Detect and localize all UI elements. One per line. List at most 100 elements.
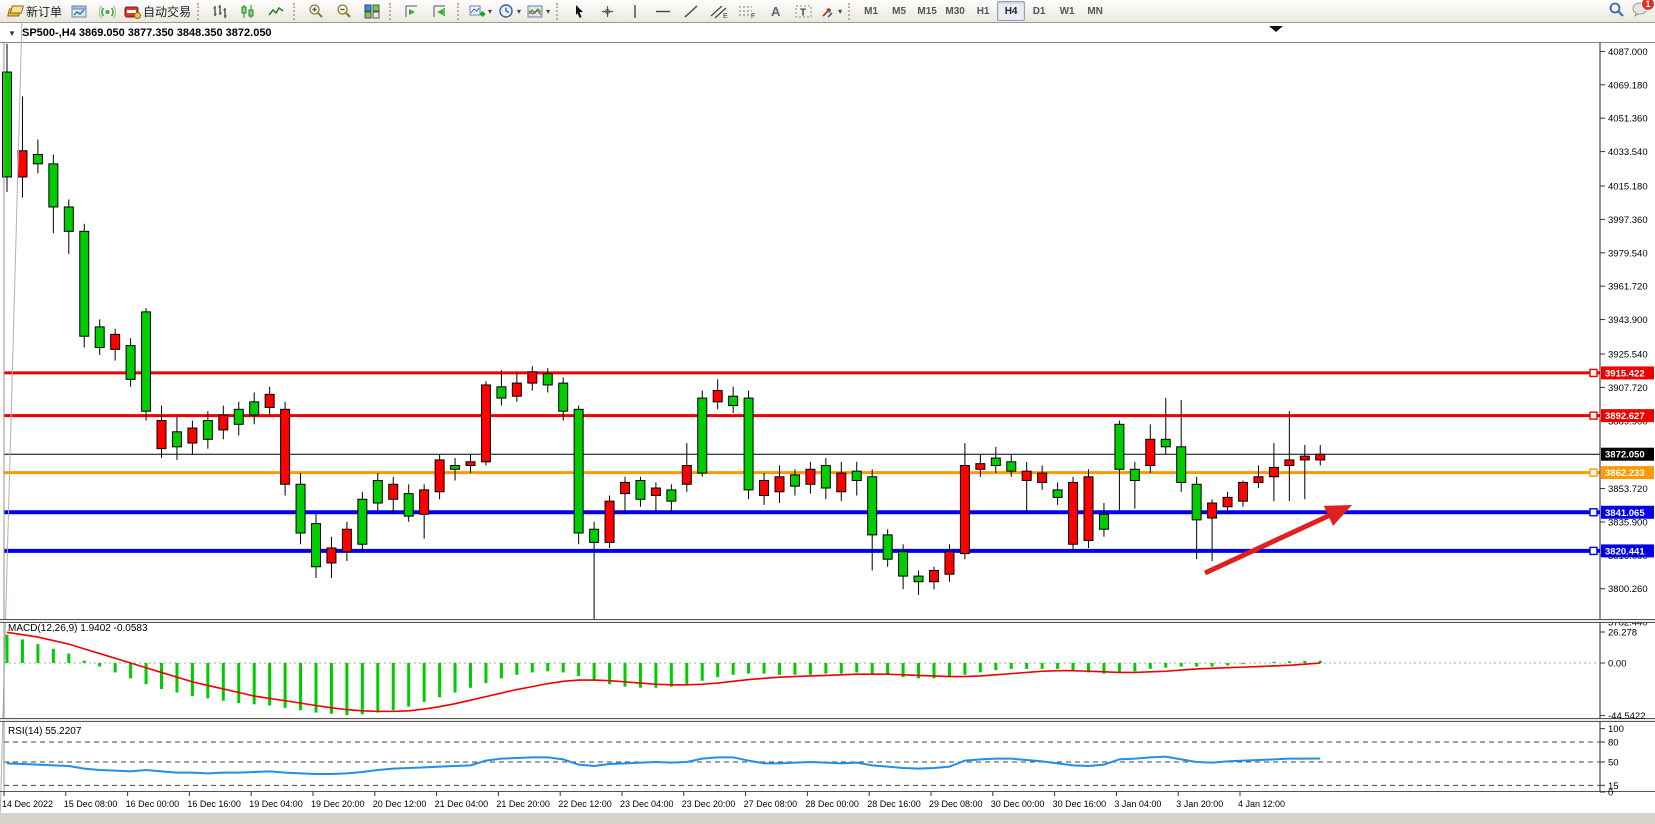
period-button[interactable]: ▾ — [495, 0, 524, 22]
tile-windows-button[interactable] — [358, 0, 386, 22]
dropdown-arrow-icon[interactable]: ▾ — [546, 7, 550, 16]
candle-body — [358, 499, 367, 544]
candlestick-chart-button[interactable] — [234, 0, 262, 22]
timeframe-button-M15[interactable]: M15 — [913, 1, 941, 21]
header-collapse-icon[interactable]: ▼ — [8, 29, 16, 38]
price-label: 3872.050 — [1605, 450, 1645, 461]
equidistant-channel-button[interactable]: E — [705, 0, 733, 22]
line-anchor-marker[interactable] — [1590, 412, 1597, 419]
line-anchor-marker[interactable] — [1590, 469, 1597, 476]
profile-prev-button[interactable] — [426, 0, 454, 22]
signals-button[interactable] — [93, 0, 121, 22]
timeframe-button-D1[interactable]: D1 — [1025, 1, 1053, 21]
charts-window-button[interactable] — [65, 0, 93, 22]
candle-body — [930, 570, 939, 581]
vertical-line-button[interactable] — [621, 0, 649, 22]
candle-body — [281, 409, 290, 484]
timeframe-button-H1[interactable]: H1 — [969, 1, 997, 21]
crosshair-button[interactable] — [593, 0, 621, 22]
timeframe-button-MN[interactable]: MN — [1081, 1, 1109, 21]
time-tick-label: 14 Dec 2022 — [2, 799, 53, 809]
vertical-line-icon — [629, 4, 641, 19]
candle-body — [821, 466, 830, 488]
price-tick-label: 4015.180 — [1608, 182, 1648, 193]
line-anchor-marker[interactable] — [1590, 509, 1597, 516]
dropdown-arrow-icon[interactable]: ▾ — [838, 7, 842, 16]
toolbar-separator — [197, 3, 202, 20]
new-order-button[interactable]: 新订单 — [3, 0, 65, 22]
dropdown-arrow-icon[interactable]: ▾ — [517, 7, 521, 16]
rsi-axis-label: 80 — [1608, 737, 1619, 748]
line-chart-button[interactable] — [262, 0, 290, 22]
timeframe-button-W1[interactable]: W1 — [1053, 1, 1081, 21]
candle-body — [991, 458, 1000, 465]
candle-body — [1161, 439, 1170, 446]
price-label: 3820.441 — [1605, 546, 1645, 557]
candle-body — [590, 529, 599, 542]
crosshair-icon — [600, 4, 615, 19]
arrows-button[interactable]: ▾ — [817, 0, 845, 22]
auto-trading-icon — [124, 4, 141, 19]
auto-trading-label: 自动交易 — [143, 3, 191, 20]
candle-body — [852, 471, 861, 480]
candle-body — [574, 409, 583, 533]
candle-body — [435, 460, 444, 492]
tf-m15-label: M15 — [917, 6, 936, 17]
horizontal-line-button[interactable] — [649, 0, 677, 22]
text-label-button[interactable]: T — [789, 0, 817, 22]
candle-body — [49, 164, 58, 207]
fibonacci-button[interactable]: F — [733, 0, 761, 22]
tf-m30-label: M30 — [945, 6, 964, 17]
timeframe-button-M5[interactable]: M5 — [885, 1, 913, 21]
trend-line-icon — [683, 4, 699, 19]
search-button[interactable] — [1608, 1, 1625, 23]
template-icon — [527, 4, 543, 19]
price-tick-label: 3835.900 — [1608, 517, 1648, 528]
timeframe-button-M1[interactable]: M1 — [857, 1, 885, 21]
text-button[interactable]: A — [761, 0, 789, 22]
candle-body — [234, 409, 243, 424]
notifications-button[interactable]: 1 — [1631, 1, 1649, 22]
add-indicator-button[interactable]: ▾ — [466, 0, 495, 22]
svg-text:T: T — [800, 7, 806, 18]
macd-axis-label: -44.5422 — [1608, 711, 1646, 722]
tile-windows-icon — [364, 4, 380, 19]
dropdown-arrow-icon[interactable]: ▾ — [488, 7, 492, 16]
auto-trading-button[interactable]: 自动交易 — [121, 0, 194, 22]
candle-body — [837, 473, 846, 492]
cursor-button[interactable] — [565, 0, 593, 22]
zoom-in-button[interactable] — [302, 0, 330, 22]
timeframe-button-M30[interactable]: M30 — [941, 1, 969, 21]
candle-body — [945, 552, 954, 574]
arrows-icon — [820, 4, 835, 19]
tf-w1-label: W1 — [1060, 6, 1075, 17]
equidistant-channel-icon: E — [710, 4, 728, 19]
candle-body — [651, 488, 660, 495]
candle-body — [899, 552, 908, 576]
application-window: { "toolbar": { "groups": [ {"items": [ {… — [0, 0, 1655, 824]
template-button[interactable]: ▾ — [524, 0, 553, 22]
bar-chart-button[interactable] — [206, 0, 234, 22]
candle-body — [621, 482, 630, 493]
candle-body — [497, 387, 506, 398]
candle-body — [883, 535, 892, 559]
line-anchor-marker[interactable] — [1590, 547, 1597, 554]
time-tick-label: 30 Dec 16:00 — [1053, 799, 1107, 809]
candle-body — [80, 231, 89, 336]
candle-body — [327, 548, 336, 563]
toolbar-separator — [556, 3, 561, 20]
zoom-out-button[interactable] — [330, 0, 358, 22]
candle-body — [914, 576, 923, 582]
candle-body — [312, 524, 321, 567]
timeframe-button-H4[interactable]: H4 — [997, 1, 1025, 21]
line-anchor-marker[interactable] — [1590, 369, 1597, 376]
price-label: 3862.233 — [1605, 468, 1645, 479]
horizontal-line-icon — [655, 4, 671, 19]
chart-area[interactable]: 4087.0004069.1804051.3604033.5404015.180… — [0, 0, 1655, 824]
profile-next-button[interactable] — [398, 0, 426, 22]
candle-body — [667, 490, 676, 501]
profile-next-icon — [404, 4, 420, 19]
time-tick-label: 3 Jan 04:00 — [1114, 799, 1161, 809]
trend-line-button[interactable] — [677, 0, 705, 22]
candle-body — [250, 402, 259, 415]
